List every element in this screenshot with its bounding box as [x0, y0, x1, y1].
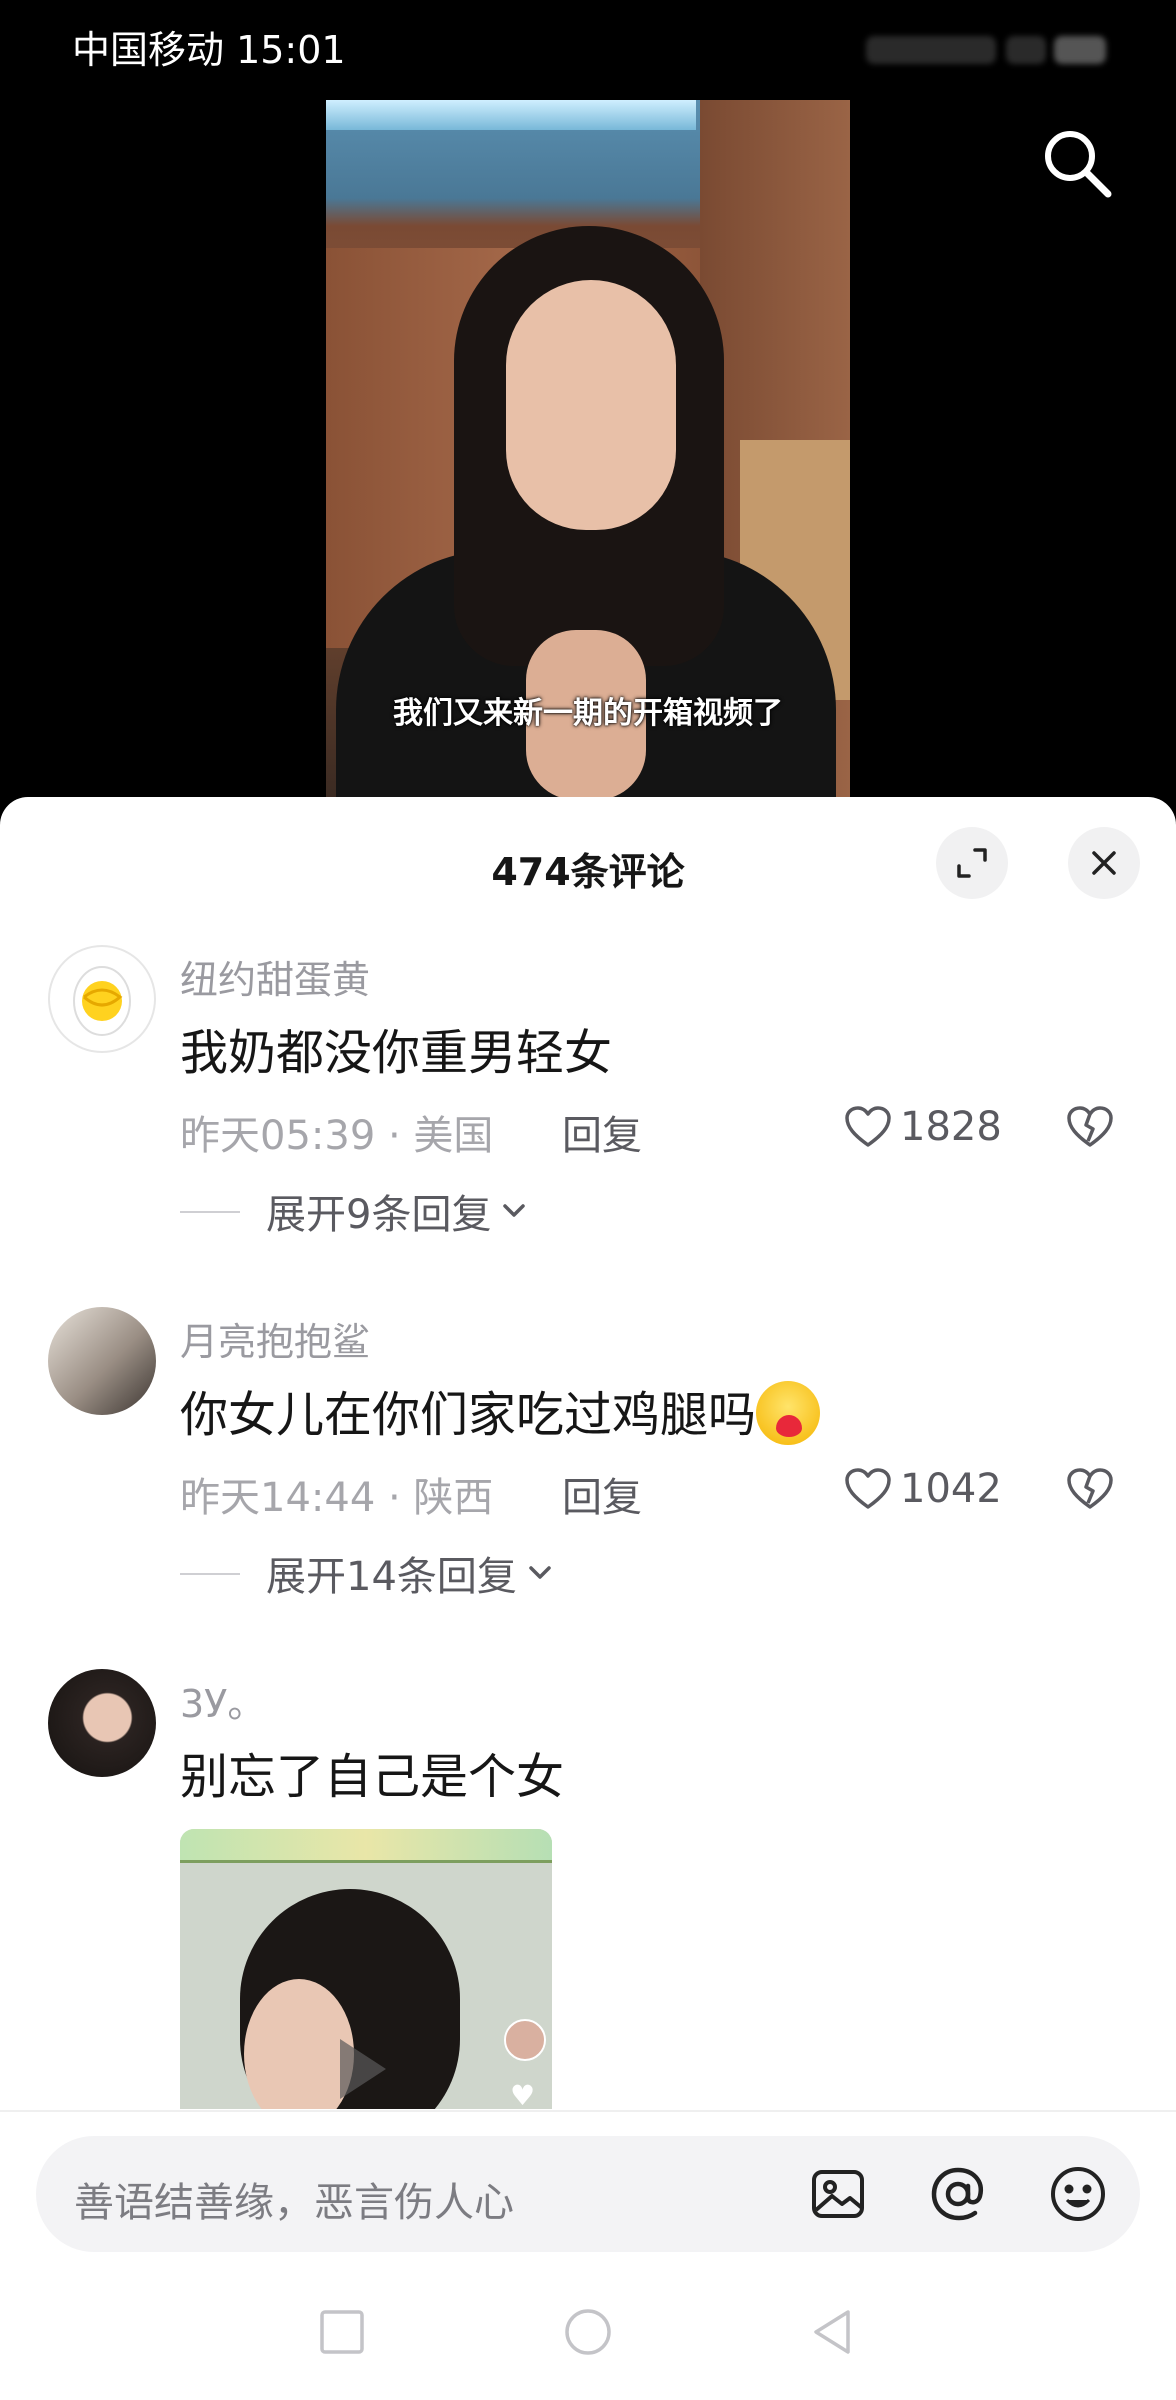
comment-text-content: 你女儿在你们家吃过鸡腿吗: [180, 1387, 757, 1443]
avatar[interactable]: [48, 945, 156, 1053]
reply-button[interactable]: 回复: [562, 1103, 642, 1161]
comment-text: 我奶都没你重男轻女: [180, 1025, 613, 1081]
broken-heart-icon[interactable]: [1066, 1105, 1114, 1153]
system-nav-bar: [0, 2260, 1176, 2400]
carrier-time: 中国移动 15:01: [72, 28, 346, 72]
comment-username[interactable]: 纽约甜蛋黄: [180, 949, 370, 1004]
heart-icon: ♥: [510, 2079, 536, 2109]
comment-meta: 昨天05:39 · 美国: [180, 1113, 494, 1159]
back-icon[interactable]: [806, 2306, 858, 2358]
expand-replies-label: 展开9条回复: [266, 1192, 492, 1238]
chevron-down-icon: [503, 1204, 526, 1217]
comment-username[interactable]: 3У。: [180, 1673, 265, 1728]
expand-replies-button[interactable]: 展开14条回复: [180, 1545, 553, 1601]
comment-username[interactable]: 月亮抱抱鲨: [180, 1311, 370, 1366]
comment-input[interactable]: 善语结善缘，恶言伤人心: [36, 2136, 1140, 2252]
like-count: 1828: [900, 1104, 1002, 1150]
heart-icon: [845, 1106, 891, 1147]
video-frame[interactable]: 我们又来新一期的开箱视频了: [326, 100, 850, 800]
comment-video-thumbnail[interactable]: ♥: [180, 1829, 552, 2109]
comment-text: 你女儿在你们家吃过鸡腿吗: [180, 1375, 821, 1445]
comment-meta: 昨天14:44 · 陕西: [180, 1475, 494, 1521]
expand-replies-button[interactable]: 展开9条回复: [180, 1183, 527, 1239]
video-caption: 我们又来新一期的开箱视频了: [393, 696, 783, 731]
video-player[interactable]: 我们又来新一期的开箱视频了: [0, 100, 1176, 800]
expand-replies-label: 展开14条回复: [266, 1554, 517, 1600]
emoji-icon[interactable]: [1048, 2164, 1108, 2224]
avatar[interactable]: [48, 1669, 156, 1777]
status-bar: 中国移动 15:01: [0, 0, 1176, 100]
chevron-down-icon: [529, 1566, 551, 1579]
comment-input-placeholder: 善语结善缘，恶言伤人心: [74, 2180, 514, 2226]
comment-text: 别忘了自己是个女: [180, 1749, 565, 1805]
close-icon[interactable]: [1068, 827, 1140, 899]
like-button[interactable]: 1042: [844, 1461, 1002, 1517]
heart-icon: [845, 1468, 891, 1509]
home-icon[interactable]: [562, 2306, 614, 2358]
broken-heart-icon[interactable]: [1066, 1467, 1114, 1515]
recent-apps-icon[interactable]: [316, 2306, 368, 2358]
search-icon[interactable]: [1036, 122, 1116, 202]
avatar[interactable]: [48, 1307, 156, 1415]
play-icon: [340, 2039, 386, 2099]
blushing-heart-emoji-icon: [756, 1381, 821, 1445]
status-icons-blurred: [866, 30, 1106, 70]
comment-input-bar: 善语结善缘，恶言伤人心: [0, 2110, 1176, 2260]
mention-icon[interactable]: [928, 2164, 988, 2224]
reply-button[interactable]: 回复: [562, 1465, 642, 1523]
like-count: 1042: [900, 1466, 1002, 1512]
image-icon[interactable]: [808, 2164, 868, 2224]
expand-icon[interactable]: [936, 827, 1008, 899]
like-button[interactable]: 1828: [844, 1099, 1002, 1155]
